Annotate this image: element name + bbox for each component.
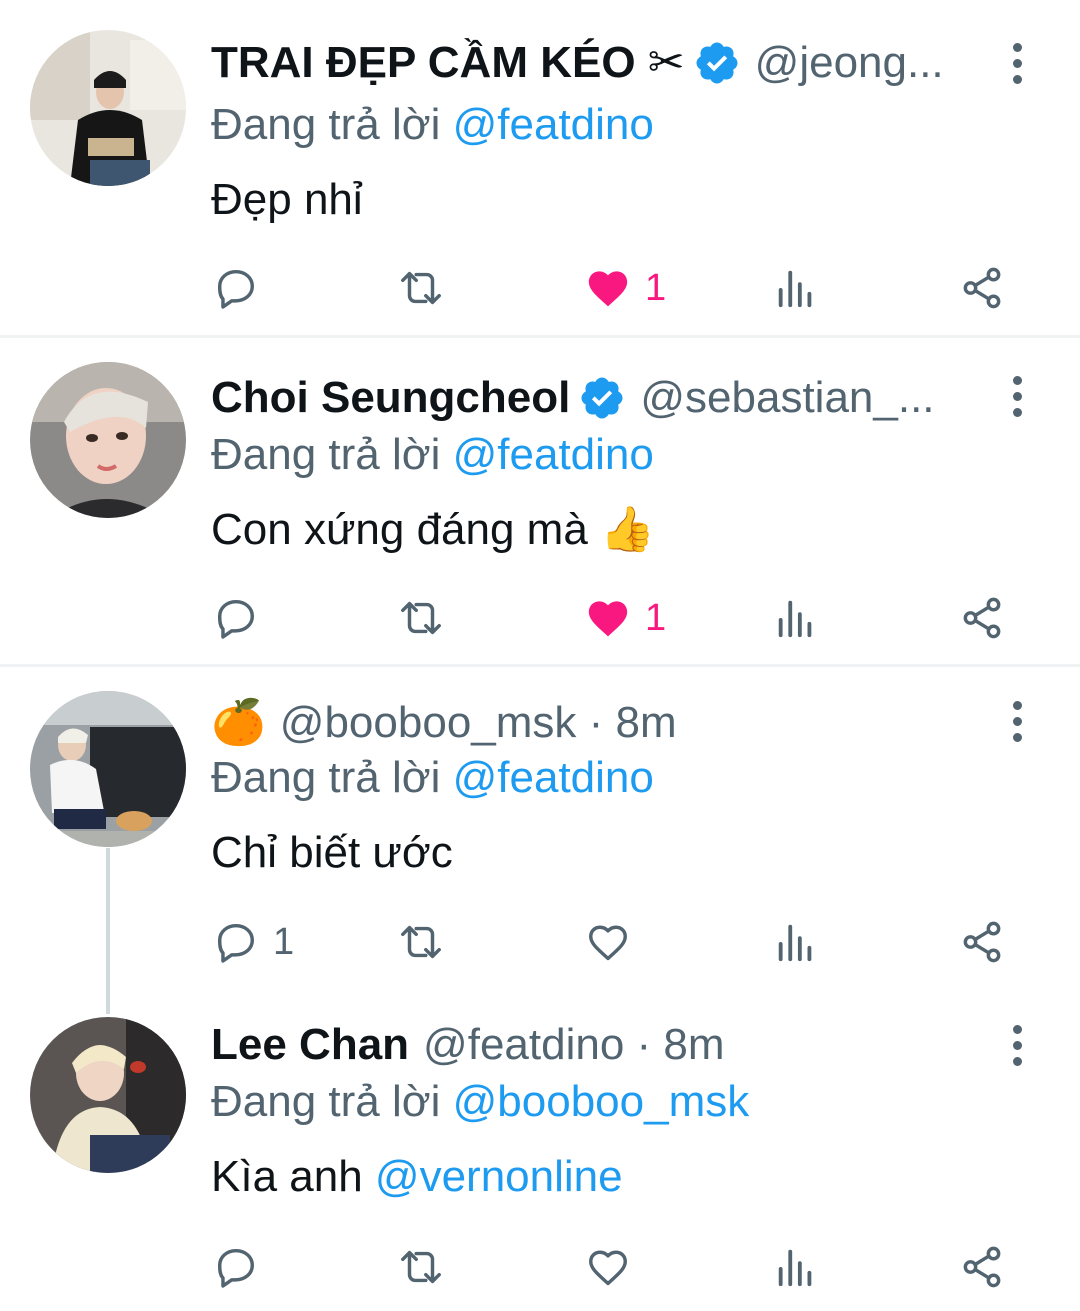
replying-to-label: Đang trả lời bbox=[211, 430, 441, 479]
reply-icon bbox=[217, 599, 255, 639]
views-button[interactable] bbox=[773, 1237, 819, 1297]
avatar-photo bbox=[30, 30, 186, 186]
user-handle[interactable]: @booboo_msk · 8m bbox=[280, 693, 677, 753]
like-button[interactable] bbox=[585, 1237, 645, 1297]
retweet-icon bbox=[401, 601, 441, 635]
views-button[interactable] bbox=[773, 258, 819, 318]
share-icon bbox=[963, 1246, 1001, 1288]
tweet-header: Choi Seungcheol @sebastian_... bbox=[211, 368, 960, 428]
more-icon[interactable] bbox=[1002, 33, 1032, 93]
share-icon bbox=[963, 267, 1001, 309]
more-icon[interactable] bbox=[1002, 366, 1032, 426]
tweet-header: 🍊 @booboo_msk · 8m bbox=[211, 693, 960, 753]
tweet-text-content: Kìa anh bbox=[211, 1152, 363, 1201]
replying-to: Đang trả lời @featdino bbox=[211, 750, 654, 806]
tweet-text: Đẹp nhỉ bbox=[211, 175, 363, 224]
like-count: 1 bbox=[645, 596, 667, 639]
display-name[interactable]: Choi Seungcheol bbox=[211, 368, 570, 428]
user-handle[interactable]: @featdino · 8m bbox=[423, 1015, 724, 1075]
retweet-button[interactable] bbox=[398, 912, 458, 972]
views-icon bbox=[778, 924, 812, 962]
tweet-3[interactable]: 🍊 @booboo_msk · 8m Đang trả lời @featdin… bbox=[0, 667, 1080, 1007]
avatar[interactable] bbox=[30, 30, 186, 186]
retweet-button[interactable] bbox=[398, 588, 458, 648]
like-icon bbox=[589, 1250, 627, 1286]
views-button[interactable] bbox=[773, 588, 819, 648]
share-icon bbox=[963, 597, 1001, 639]
avatar[interactable] bbox=[30, 362, 186, 518]
retweet-icon bbox=[401, 271, 441, 305]
share-button[interactable] bbox=[959, 258, 1005, 318]
reply-icon bbox=[217, 269, 255, 309]
reply-button[interactable] bbox=[213, 1237, 273, 1297]
avatar-photo bbox=[30, 691, 186, 847]
reply-icon bbox=[217, 1248, 255, 1288]
retweet-icon bbox=[401, 925, 441, 959]
views-icon bbox=[778, 270, 812, 308]
reply-button[interactable] bbox=[213, 258, 273, 318]
share-button[interactable] bbox=[959, 588, 1005, 648]
replying-to-mention[interactable]: @featdino bbox=[453, 430, 654, 479]
replying-to-mention[interactable]: @featdino bbox=[453, 753, 654, 802]
user-handle[interactable]: @sebastian_... bbox=[640, 368, 934, 428]
like-button[interactable] bbox=[585, 912, 645, 972]
tweet-text: Con xứng đáng mà 👍 bbox=[211, 505, 655, 554]
tweet-text-mention[interactable]: @vernonline bbox=[375, 1152, 623, 1201]
action-bar: 1 bbox=[0, 912, 1080, 972]
reply-button[interactable]: 1 bbox=[213, 912, 294, 972]
retweet-button[interactable] bbox=[398, 258, 458, 318]
action-bar bbox=[0, 1237, 1080, 1297]
avatar-photo bbox=[30, 362, 186, 518]
replying-to-label: Đang trả lời bbox=[211, 753, 441, 802]
share-icon bbox=[963, 921, 1001, 963]
avatar[interactable] bbox=[30, 1017, 186, 1173]
avatar[interactable] bbox=[30, 691, 186, 847]
verified-badge-icon bbox=[581, 377, 623, 419]
retweet-icon bbox=[401, 1250, 441, 1284]
like-icon bbox=[588, 601, 628, 637]
display-name[interactable]: TRAI ĐẸP CẦM KÉO ✂ bbox=[211, 33, 685, 93]
replying-to-label: Đang trả lời bbox=[211, 100, 441, 149]
action-bar: 1 bbox=[0, 588, 1080, 648]
like-icon bbox=[589, 925, 627, 961]
user-handle[interactable]: @jeong... bbox=[755, 33, 944, 93]
more-icon[interactable] bbox=[1002, 1015, 1032, 1075]
replying-to: Đang trả lời @booboo_msk bbox=[211, 1074, 749, 1130]
tweet-4[interactable]: Lee Chan @featdino · 8m Đang trả lời @bo… bbox=[0, 1007, 1080, 1311]
views-icon bbox=[778, 1249, 812, 1287]
views-button[interactable] bbox=[773, 912, 819, 972]
share-button[interactable] bbox=[959, 1237, 1005, 1297]
like-button[interactable]: 1 bbox=[585, 588, 666, 648]
reply-icon bbox=[217, 923, 255, 963]
tweet-1[interactable]: TRAI ĐẸP CẦM KÉO ✂ @jeong... Đang trả lờ… bbox=[0, 0, 1080, 336]
reply-button[interactable] bbox=[213, 588, 273, 648]
replying-to: Đang trả lời @featdino bbox=[211, 427, 654, 483]
more-icon[interactable] bbox=[1002, 691, 1032, 751]
avatar-photo bbox=[30, 1017, 186, 1173]
like-button[interactable]: 1 bbox=[585, 258, 666, 318]
tweet-header: TRAI ĐẸP CẦM KÉO ✂ @jeong... bbox=[211, 33, 960, 93]
views-icon bbox=[778, 600, 812, 638]
replying-to-mention[interactable]: @featdino bbox=[453, 100, 654, 149]
tweet-text: Chỉ biết ước bbox=[211, 828, 453, 877]
reply-feed: TRAI ĐẸP CẦM KÉO ✂ @jeong... Đang trả lờ… bbox=[0, 0, 1080, 1311]
display-name[interactable]: Lee Chan bbox=[211, 1015, 409, 1075]
like-count: 1 bbox=[645, 266, 667, 309]
tweet-header: Lee Chan @featdino · 8m bbox=[211, 1015, 960, 1075]
retweet-button[interactable] bbox=[398, 1237, 458, 1297]
verified-badge-icon bbox=[696, 42, 738, 84]
reply-count: 1 bbox=[273, 920, 295, 963]
share-button[interactable] bbox=[959, 912, 1005, 972]
replying-to-label: Đang trả lời bbox=[211, 1077, 441, 1126]
action-bar: 1 bbox=[0, 258, 1080, 318]
replying-to: Đang trả lời @featdino bbox=[211, 97, 654, 153]
tweet-2[interactable]: Choi Seungcheol @sebastian_... Đang trả … bbox=[0, 338, 1080, 666]
tweet-text: Kìa anh @vernonline bbox=[211, 1147, 623, 1207]
replying-to-mention[interactable]: @booboo_msk bbox=[453, 1077, 750, 1126]
like-icon bbox=[588, 271, 628, 307]
display-name[interactable]: 🍊 bbox=[211, 693, 266, 753]
